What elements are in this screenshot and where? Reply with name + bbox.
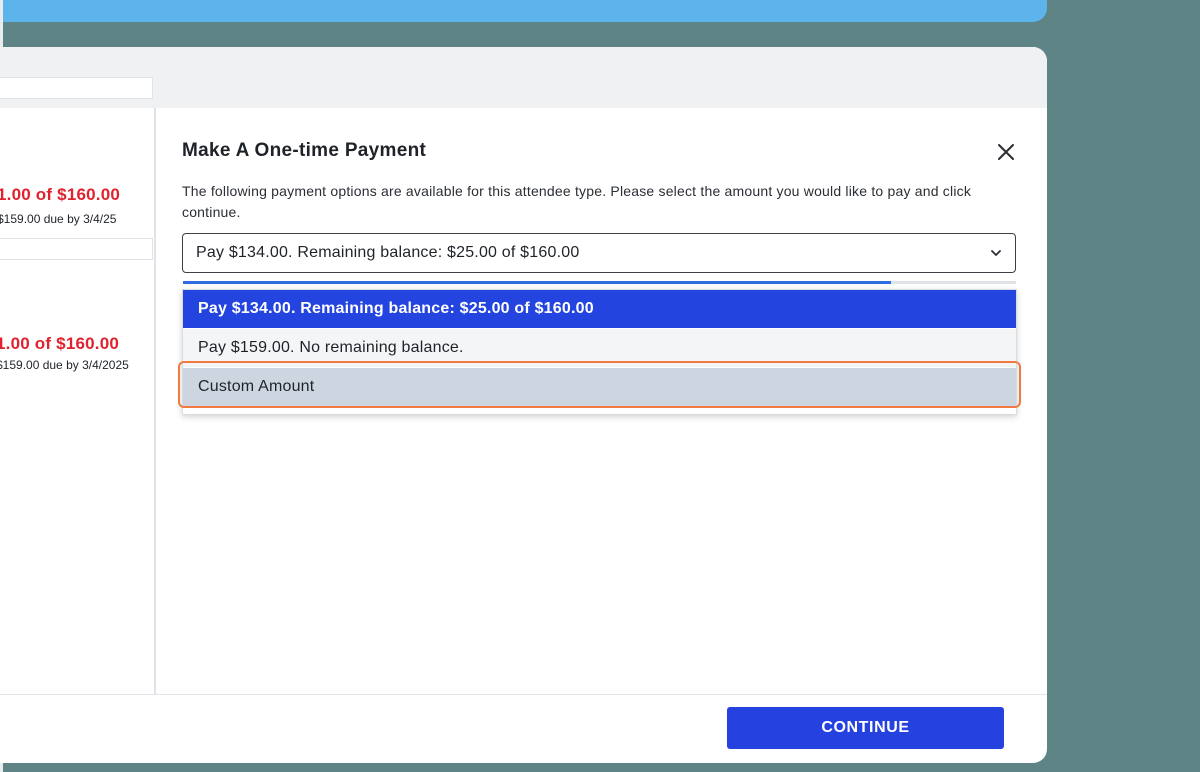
option-pay-159[interactable]: Pay $159.00. No remaining balance. <box>183 329 1016 367</box>
attendee-card-top <box>0 77 153 99</box>
close-icon[interactable] <box>995 141 1017 163</box>
footer-divider <box>0 694 1047 695</box>
payment-options-list: Pay $134.00. Remaining balance: $25.00 o… <box>182 289 1017 415</box>
balance-amount: 1.00 of $160.00 <box>0 185 121 204</box>
continue-button[interactable]: CONTINUE <box>727 707 1004 749</box>
top-banner <box>0 0 1047 22</box>
chevron-down-icon <box>991 250 1001 256</box>
modal-description: The following payment options are availa… <box>182 183 972 220</box>
attendee-list: 1.00 of $160.00 $159.00 due by 3/4/25 1.… <box>0 77 156 694</box>
option-pay-134[interactable]: Pay $134.00. Remaining balance: $25.00 o… <box>183 290 1016 328</box>
modal-title: Make A One-time Payment <box>182 140 427 161</box>
close-button[interactable] <box>995 141 1017 163</box>
due-date-text: $159.00 due by 3/4/25 <box>0 212 117 226</box>
panel-header <box>0 47 1047 108</box>
due-date-text: $159.00 due by 3/4/2025 <box>0 358 129 372</box>
loading-progress-fill <box>183 281 892 284</box>
option-custom-amount[interactable]: Custom Amount <box>183 368 1016 406</box>
attendee-card-top <box>0 238 153 260</box>
payment-amount-select[interactable]: Pay $134.00. Remaining balance: $25.00 o… <box>182 233 1016 273</box>
select-value: Pay $134.00. Remaining balance: $25.00 o… <box>196 244 580 261</box>
loading-progress <box>183 281 1016 284</box>
balance-amount: 1.00 of $160.00 <box>0 334 120 353</box>
payment-panel: 1.00 of $160.00 $159.00 due by 3/4/25 1.… <box>0 47 1047 763</box>
